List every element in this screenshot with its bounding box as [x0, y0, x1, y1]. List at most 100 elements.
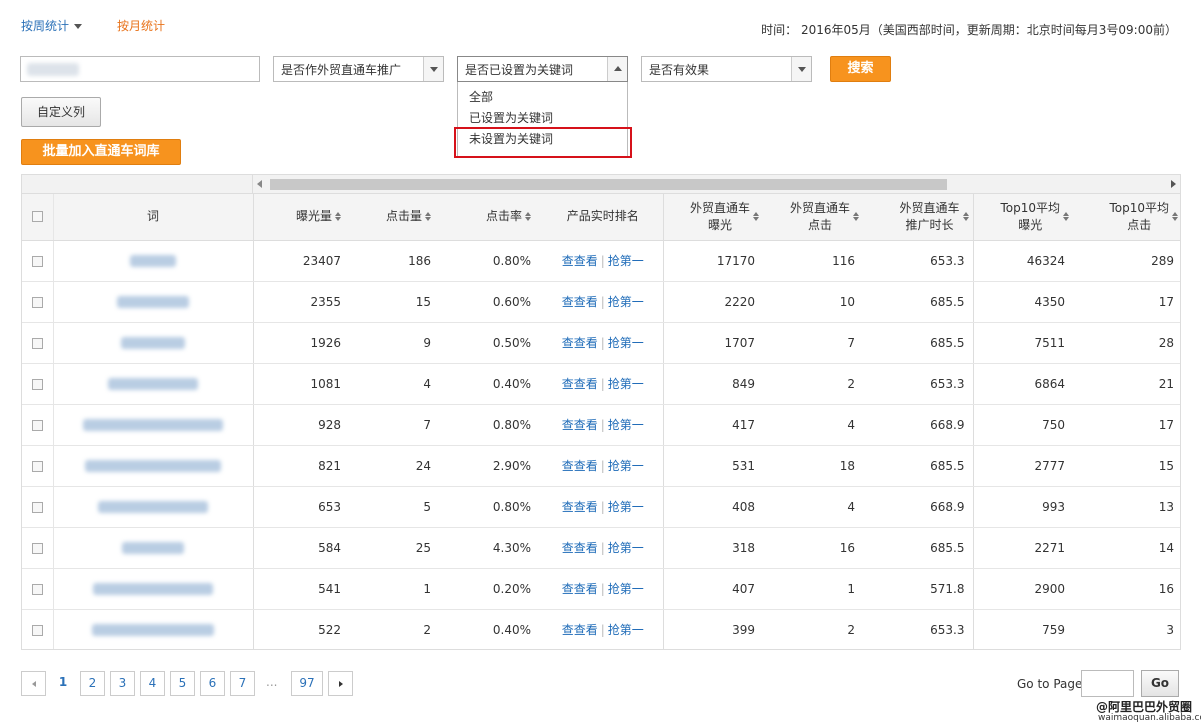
table-header-row: 词 曝光量 点击量 点击率 产品实时排名 外贸直通车 曝光 外贸直通车 点击 外贸直…: [22, 194, 1180, 241]
link-separator: |: [600, 500, 605, 514]
row-checkbox[interactable]: [31, 255, 43, 267]
keyword-cell: [53, 240, 254, 282]
dropdown-option-set[interactable]: 已设置为关键词: [469, 109, 553, 126]
row-checkbox[interactable]: [31, 624, 43, 636]
top10-clicks-cell: 13: [1073, 486, 1180, 528]
p4p-clicks-cell: 4: [763, 486, 863, 528]
row-checkbox[interactable]: [31, 337, 43, 349]
view-rank-link[interactable]: 查查看: [562, 377, 598, 391]
keyword-cell: [53, 281, 254, 323]
grab-first-link[interactable]: 抢第一: [608, 254, 644, 268]
header-top10-impressions[interactable]: Top10平均 曝光: [973, 194, 1073, 241]
row-select-cell: [22, 527, 54, 569]
page-6[interactable]: 6: [200, 671, 225, 696]
header-p4p-impressions[interactable]: 外贸直通车 曝光: [663, 194, 763, 241]
ctr-cell: 2.90%: [443, 445, 543, 487]
scroll-left-icon[interactable]: [257, 180, 262, 188]
header-top10-clicks[interactable]: Top10平均 点击: [1073, 194, 1180, 241]
grab-first-link[interactable]: 抢第一: [608, 377, 644, 391]
blurred-keyword: [122, 542, 184, 554]
row-checkbox[interactable]: [31, 419, 43, 431]
row-checkbox[interactable]: [31, 542, 43, 554]
grab-first-link[interactable]: 抢第一: [608, 582, 644, 596]
header-p4p-dur-line1: 外贸直通车: [899, 200, 960, 215]
header-p4p-duration[interactable]: 外贸直通车 推广时长: [863, 194, 974, 241]
keyword-cell: [53, 363, 254, 405]
table-row: 653 5 0.80% 查查看 | 抢第一 408 4 668.9 993 13: [22, 486, 1180, 528]
scrollbar-thumb[interactable]: [270, 179, 947, 190]
impressions-cell: 1926: [253, 322, 353, 364]
page-4[interactable]: 4: [140, 671, 165, 696]
clicks-cell: 4: [353, 363, 443, 405]
bulk-add-button[interactable]: 批量加入直通车词库: [21, 139, 181, 165]
blurred-keyword: [93, 583, 213, 595]
tab-weekly-stats[interactable]: 按周统计: [21, 17, 83, 34]
view-rank-link[interactable]: 查查看: [562, 336, 598, 350]
row-checkbox[interactable]: [31, 378, 43, 390]
tab-monthly-stats[interactable]: 按月统计: [117, 17, 165, 34]
top10-clicks-cell: 16: [1073, 568, 1180, 610]
scroll-right-icon[interactable]: [1171, 180, 1176, 188]
row-select-cell: [22, 445, 54, 487]
header-clicks[interactable]: 点击量: [353, 194, 443, 241]
view-rank-link[interactable]: 查查看: [562, 500, 598, 514]
grab-first-link[interactable]: 抢第一: [608, 459, 644, 473]
page-1[interactable]: 1: [52, 671, 74, 696]
view-rank-link[interactable]: 查查看: [562, 459, 598, 473]
time-info: 时间： 2016年05月（美国西部时间，更新周期：北京时间每月3号09:00前）: [761, 23, 1177, 37]
view-rank-link[interactable]: 查查看: [562, 418, 598, 432]
page-2[interactable]: 2: [80, 671, 105, 696]
header-impressions[interactable]: 曝光量: [253, 194, 353, 241]
search-button[interactable]: 搜索: [830, 56, 891, 82]
ctr-cell: 0.40%: [443, 363, 543, 405]
grab-first-link[interactable]: 抢第一: [608, 623, 644, 637]
header-p4p-clk-line1: 外贸直通车: [789, 200, 850, 215]
header-p4p-clicks[interactable]: 外贸直通车 点击: [763, 194, 863, 241]
view-rank-link[interactable]: 查查看: [562, 582, 598, 596]
page-7[interactable]: 7: [230, 671, 255, 696]
grab-first-link[interactable]: 抢第一: [608, 418, 644, 432]
view-rank-link[interactable]: 查查看: [562, 254, 598, 268]
grab-first-link[interactable]: 抢第一: [608, 295, 644, 309]
promo-select[interactable]: 是否作外贸直通车推广: [273, 56, 444, 82]
page-last[interactable]: 97: [291, 671, 323, 696]
row-checkbox[interactable]: [31, 583, 43, 595]
view-rank-link[interactable]: 查查看: [562, 623, 598, 637]
next-page-button[interactable]: [328, 671, 353, 696]
page-5[interactable]: 5: [170, 671, 195, 696]
keyword-status-select-value: 是否已设置为关键词: [465, 63, 574, 77]
prev-page-button[interactable]: [21, 671, 46, 696]
row-checkbox[interactable]: [31, 501, 43, 513]
impressions-cell: 653: [253, 486, 353, 528]
header-p4p-imp-line1: 外贸直通车: [689, 200, 750, 215]
grab-first-link[interactable]: 抢第一: [608, 541, 644, 555]
view-rank-link[interactable]: 查查看: [562, 295, 598, 309]
dropdown-option-all[interactable]: 全部: [469, 88, 493, 105]
table-row: 522 2 0.40% 查查看 | 抢第一 399 2 653.3 759 3: [22, 609, 1180, 649]
grab-first-link[interactable]: 抢第一: [608, 336, 644, 350]
custom-columns-button[interactable]: 自定义列: [21, 97, 101, 127]
header-ctr[interactable]: 点击率: [443, 194, 543, 241]
header-top10-clk-line1: Top10平均: [1109, 200, 1169, 215]
keyword-search-input[interactable]: [20, 56, 260, 82]
keyword-status-select[interactable]: 是否已设置为关键词: [457, 56, 628, 82]
clicks-cell: 2: [353, 609, 443, 649]
effect-select[interactable]: 是否有效果: [641, 56, 812, 82]
view-rank-link[interactable]: 查查看: [562, 541, 598, 555]
rank-cell: 查查看 | 抢第一: [543, 609, 664, 649]
p4p-impressions-cell: 1707: [663, 322, 763, 364]
page-3[interactable]: 3: [110, 671, 135, 696]
top10-impressions-cell: 2777: [973, 445, 1073, 487]
impressions-cell: 928: [253, 404, 353, 446]
go-button[interactable]: Go: [1141, 670, 1179, 697]
row-checkbox[interactable]: [31, 296, 43, 308]
chevron-down-icon: [791, 57, 811, 81]
row-checkbox[interactable]: [31, 460, 43, 472]
goto-page-input[interactable]: [1081, 670, 1134, 697]
p4p-duration-cell: 685.5: [863, 445, 974, 487]
select-all-checkbox[interactable]: [31, 211, 43, 223]
keyword-cell: [53, 445, 254, 487]
horizontal-scrollbar[interactable]: [253, 175, 1180, 194]
grab-first-link[interactable]: 抢第一: [608, 500, 644, 514]
clicks-cell: 15: [353, 281, 443, 323]
